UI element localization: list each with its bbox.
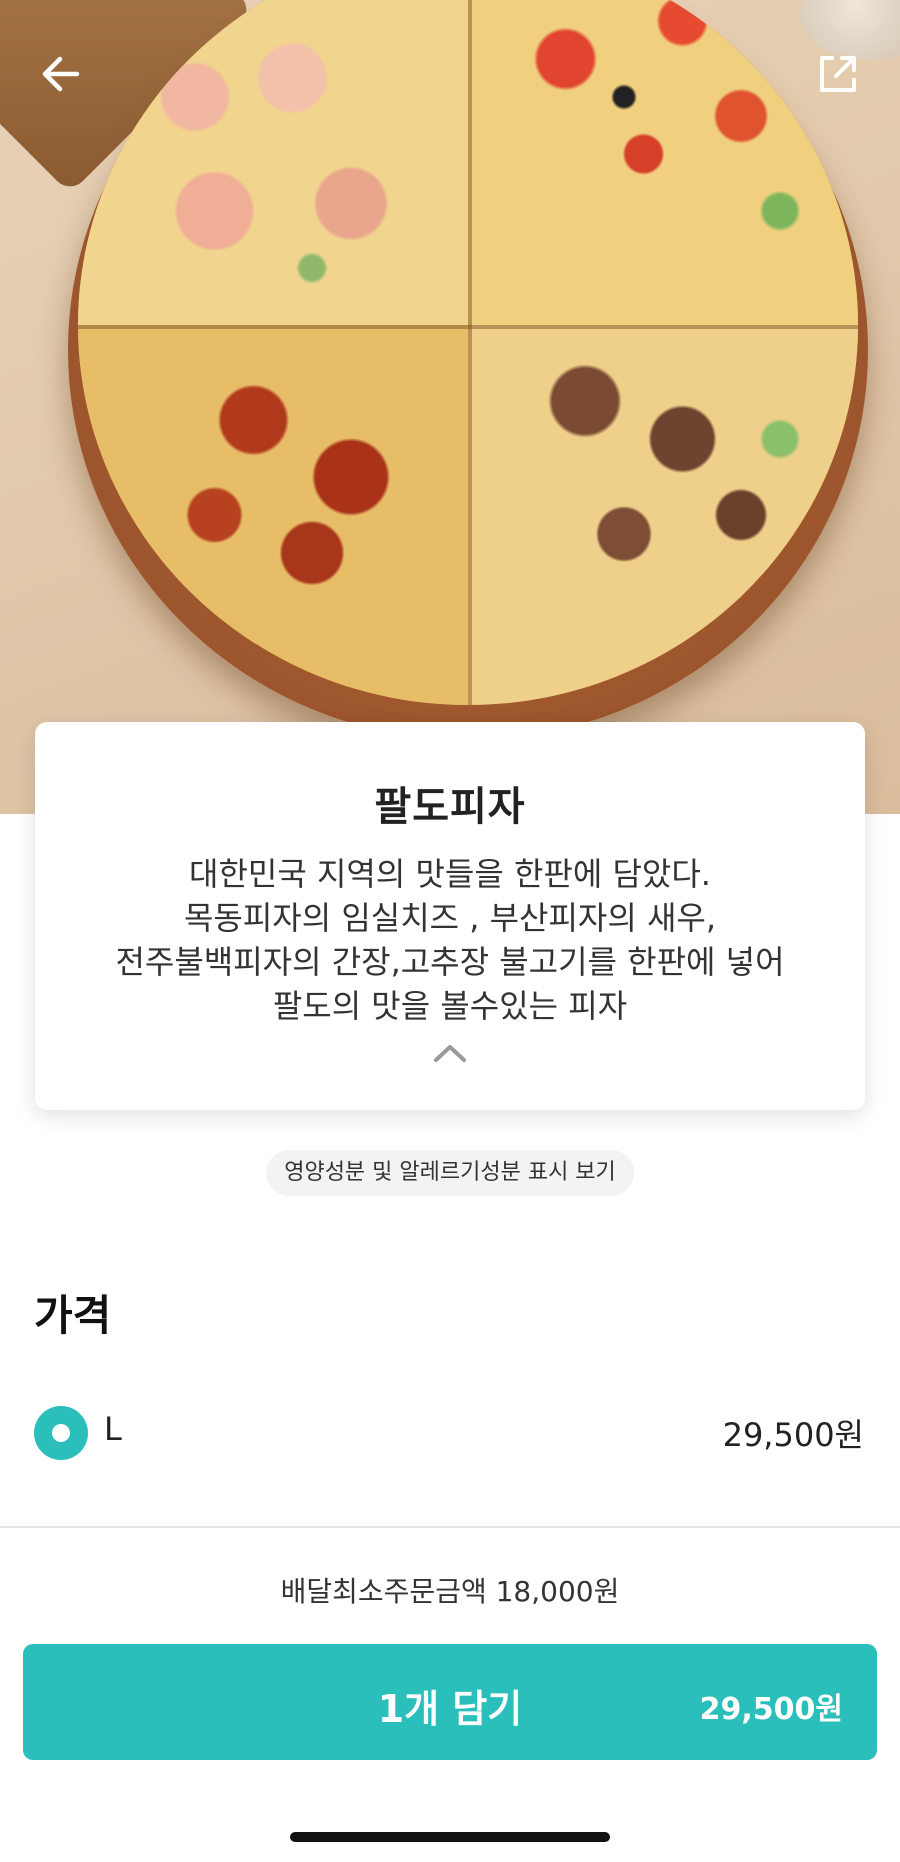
product-info-card: 팔도피자 대한민국 지역의 맛들을 한판에 담았다. 목동피자의 임실치즈 , … — [35, 722, 865, 1110]
divider — [0, 1526, 900, 1528]
product-title: 팔도피자 — [374, 784, 526, 830]
option-price: 29,500원 — [722, 1416, 864, 1454]
nutrition-allergy-link[interactable]: 영양성분 및 알레르기성분 표시 보기 — [266, 1150, 634, 1196]
option-size-label: L — [104, 1410, 122, 1448]
spicy-bulgogi-quarter — [78, 325, 468, 705]
add-to-cart-button[interactable]: 1개 담기 29,500원 — [23, 1644, 877, 1760]
description-line: 목동피자의 임실치즈 , 부산피자의 새우, — [183, 899, 717, 937]
pizza-cut — [468, 0, 472, 705]
price-heading: 가격 — [34, 1291, 112, 1340]
product-description: 대한민국 지역의 맛들을 한판에 담았다. 목동피자의 임실치즈 , 부산피자의… — [95, 852, 805, 1028]
radio-selected[interactable] — [34, 1406, 88, 1460]
product-photo — [0, 0, 900, 814]
back-arrow-icon[interactable] — [34, 48, 86, 100]
soy-bulgogi-quarter — [468, 325, 858, 705]
share-icon[interactable] — [812, 48, 864, 100]
size-option-row[interactable]: L 29,500원 — [34, 1402, 864, 1462]
pizza-image — [78, 0, 858, 705]
pizza-cut — [78, 325, 858, 329]
description-line: 팔도의 맛을 볼수있는 피자 — [272, 987, 628, 1025]
pepperoni-quarter — [468, 0, 858, 325]
cart-button-price: 29,500원 — [699, 1692, 843, 1727]
description-line: 대한민국 지역의 맛들을 한판에 담았다. — [189, 855, 711, 893]
min-order-amount: 배달최소주문금액 18,000원 — [280, 1575, 620, 1608]
home-indicator[interactable] — [290, 1832, 610, 1842]
shrimp-quarter — [78, 0, 468, 325]
description-line: 전주불백피자의 간장,고추장 불고기를 한판에 넣어 — [115, 943, 785, 981]
chevron-up-icon[interactable] — [430, 1040, 470, 1066]
